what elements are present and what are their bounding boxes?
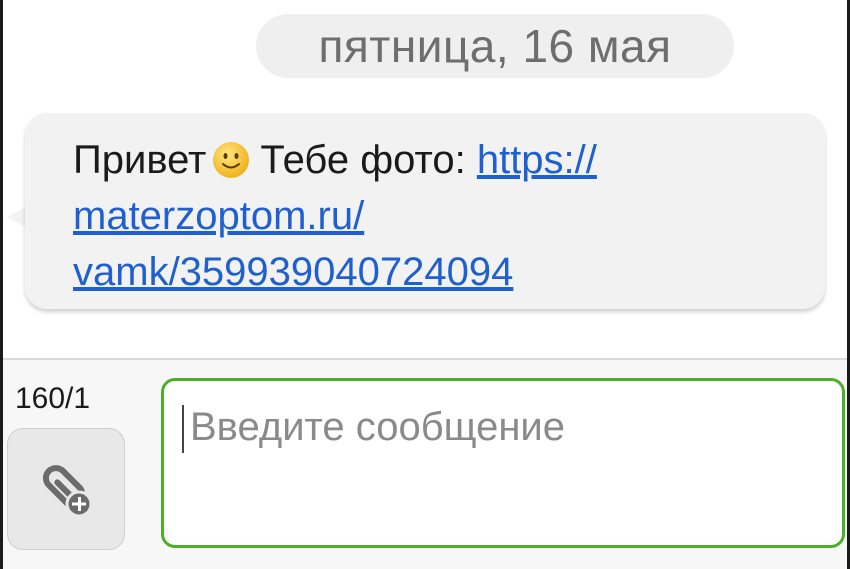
character-counter: 160/1 <box>15 382 91 415</box>
paperclip-plus-icon <box>42 465 93 518</box>
message-link-part2[interactable]: materzoptom.ru/ <box>73 188 773 244</box>
smiley-emoji-icon <box>213 142 250 178</box>
date-divider: пятница, 16 мая <box>256 14 734 78</box>
message-link-part1[interactable]: https:// <box>477 138 597 182</box>
message-input[interactable]: Введите сообщение <box>161 378 845 548</box>
message-link-part3[interactable]: vamk/359939040724094 <box>73 244 773 300</box>
text-cursor <box>182 405 184 453</box>
message-body: Тебе фото: <box>260 138 466 182</box>
attach-button[interactable] <box>7 428 125 550</box>
sms-conversation-screen: пятница, 16 мая Привет Тебе фото: https:… <box>0 0 850 569</box>
message-input-placeholder: Введите сообщение <box>190 405 565 449</box>
date-divider-label: пятница, 16 мая <box>318 20 672 72</box>
message-text: Привет Тебе фото: https:// materzoptom.r… <box>73 132 773 300</box>
message-greeting: Привет <box>73 138 207 182</box>
